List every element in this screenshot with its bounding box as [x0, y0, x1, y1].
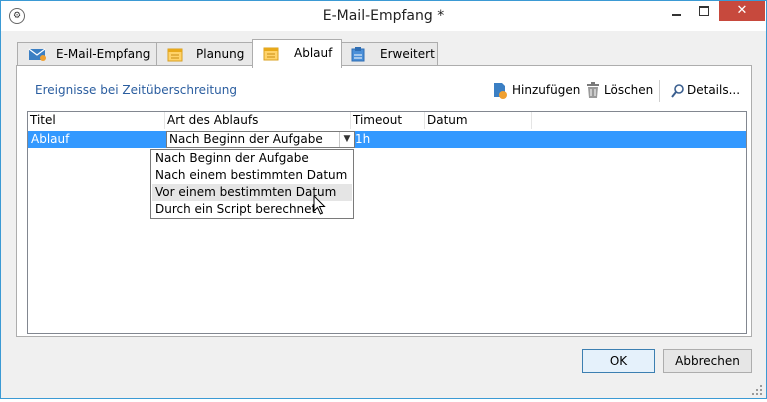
cancel-button[interactable]: Abbrechen: [663, 349, 752, 373]
expiry-type-select[interactable]: Nach Beginn der Aufgabe ▼: [166, 131, 355, 148]
column-separator: [531, 112, 532, 129]
tab-email-empfang[interactable]: E-Mail-Empfang: [17, 42, 158, 66]
window-title: E-Mail-Empfang *: [322, 8, 445, 24]
envelope-icon: [28, 48, 46, 61]
section-title: Ereignisse bei Zeitüberschreitung: [35, 83, 237, 97]
add-event-icon: [494, 83, 507, 99]
tab-erweitert[interactable]: Erweitert: [340, 42, 438, 66]
table-row[interactable]: [28, 131, 746, 148]
column-header-titel[interactable]: Titel: [30, 112, 56, 129]
cell-timeout: 1h: [355, 132, 371, 146]
title-bar: ⚙ E-Mail-Empfang * ✕: [1, 1, 766, 31]
tab-panel-ablauf: Ereignisse bei Zeitüberschreitung Hinzuf…: [16, 65, 752, 337]
column-header-timeout[interactable]: Timeout: [353, 112, 402, 129]
tab-label: Ablauf: [294, 46, 333, 60]
toolbar-separator: [659, 80, 660, 102]
tab-label: Erweitert: [380, 47, 435, 61]
dialog-window: ⚙ E-Mail-Empfang * ✕ E-Mail-Empfang Plan…: [0, 0, 767, 399]
tab-planung[interactable]: Planung: [156, 42, 254, 66]
details-button[interactable]: Details...: [671, 82, 741, 100]
tab-label: Planung: [196, 47, 245, 61]
minimize-button[interactable]: [663, 1, 689, 21]
tab-label: E-Mail-Empfang: [56, 47, 151, 61]
events-grid: Titel Art des Ablaufs Timeout Datum Abla…: [27, 111, 747, 334]
column-separator: [424, 112, 425, 129]
column-separator: [164, 112, 165, 129]
delete-label: Löschen: [604, 83, 654, 97]
option-nach-datum[interactable]: Nach einem bestimmten Datum: [152, 167, 352, 184]
add-button[interactable]: Hinzufügen: [491, 82, 581, 100]
ok-button[interactable]: OK: [582, 349, 655, 373]
add-label: Hinzufügen: [512, 83, 581, 97]
chevron-down-icon[interactable]: ▼: [339, 132, 354, 147]
mouse-cursor-icon: [313, 195, 326, 215]
maximize-button[interactable]: [691, 1, 717, 21]
close-button[interactable]: ✕: [719, 1, 765, 21]
details-label: Details...: [687, 83, 741, 97]
magnifier-icon: [671, 84, 684, 98]
delete-button[interactable]: Löschen: [586, 82, 654, 100]
calendar-icon: [263, 47, 279, 61]
clipboard-icon: [351, 47, 365, 62]
trash-icon: [587, 82, 599, 98]
calendar-icon: [167, 48, 183, 62]
tab-ablauf[interactable]: Ablauf: [252, 39, 342, 68]
cell-title: Ablauf: [31, 132, 70, 146]
expiry-type-value: Nach Beginn der Aufgabe: [169, 132, 323, 146]
column-header-datum[interactable]: Datum: [427, 112, 468, 129]
column-separator: [350, 112, 351, 129]
option-nach-beginn[interactable]: Nach Beginn der Aufgabe: [152, 150, 352, 167]
column-header-art-des-ablaufs[interactable]: Art des Ablaufs: [167, 112, 258, 129]
resize-grip-icon[interactable]: [752, 385, 763, 396]
